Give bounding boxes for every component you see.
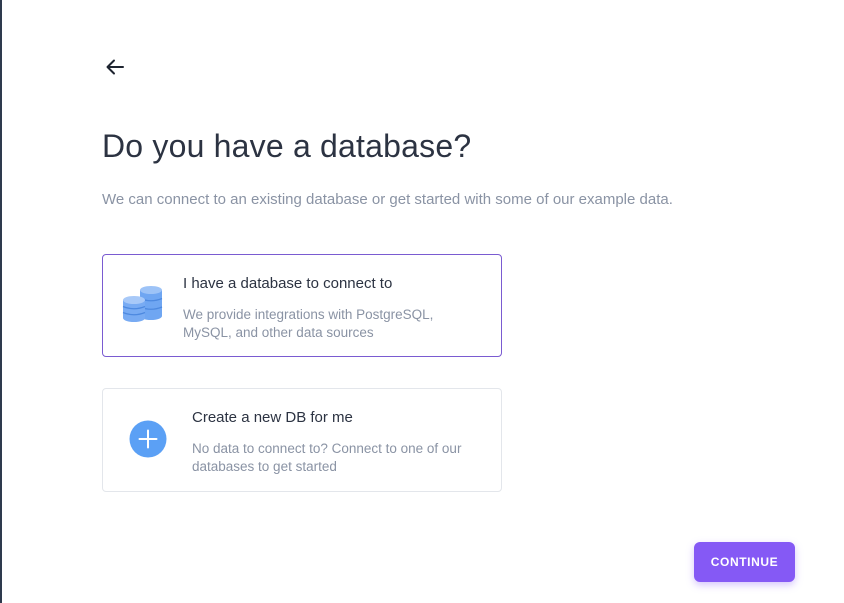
plus-circle-icon <box>129 420 167 463</box>
page-subtitle: We can connect to an existing database o… <box>102 191 673 208</box>
onboarding-panel: Do you have a database? We can connect t… <box>0 0 844 603</box>
arrow-left-icon <box>106 59 124 75</box>
option-title: Create a new DB for me <box>192 409 353 426</box>
option-description: No data to connect to? Connect to one of… <box>192 441 462 474</box>
option-existing-database[interactable]: I have a database to connect to We provi… <box>102 254 502 357</box>
back-button[interactable] <box>102 54 128 80</box>
continue-button[interactable]: CONTINUE <box>694 542 795 582</box>
database-stack-icon <box>122 284 166 329</box>
option-title: I have a database to connect to <box>183 275 393 292</box>
page-title: Do you have a database? <box>102 128 472 164</box>
option-description: We provide integrations with PostgreSQL,… <box>183 307 434 340</box>
option-create-new-database[interactable]: Create a new DB for me No data to connec… <box>102 388 502 492</box>
